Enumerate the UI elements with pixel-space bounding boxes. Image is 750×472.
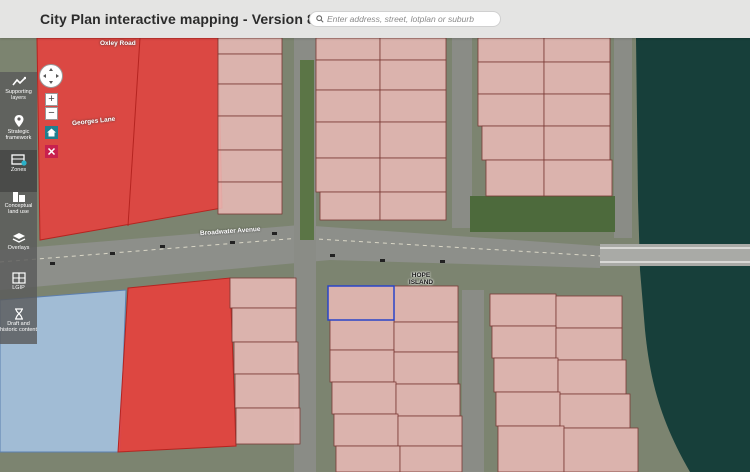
layers-icon [12,233,25,243]
lots-pink-bottom-right [489,293,639,472]
home-icon [47,128,56,137]
suburb-label: HOPE ISLAND [408,272,434,286]
pan-control[interactable] [39,64,63,88]
road-label-oxley: Oxley Road [100,40,136,47]
zoom-out-button[interactable]: − [45,107,58,120]
columns-icon [11,272,26,284]
zoom-in-button[interactable]: + [45,93,58,106]
layer-sidebar: Supporting layers Strategic framework Zo… [0,72,37,344]
sidebar-item-draft-historic[interactable]: Draft and historic content [0,304,37,346]
sidebar-item-supporting-layers[interactable]: Supporting layers [0,72,37,114]
search-input[interactable] [324,12,497,26]
clear-button[interactable] [45,145,58,158]
lots-pink-center [315,37,447,221]
sidebar-item-label: Supporting layers [5,89,32,101]
search-box[interactable] [309,11,501,27]
zone-red-bottom [117,277,237,453]
lots-pink-right [477,37,613,197]
map-canvas[interactable]: Broadwater Avenue Georges Lane Oxley Roa… [0,0,750,472]
sidebar-item-strategic-framework[interactable]: Strategic framework [0,110,37,152]
selected-parcel [327,285,395,321]
buildings-icon [12,192,25,202]
map-pin-icon [14,115,23,127]
pan-control-icon [43,68,59,84]
sidebar-item-label: Draft and historic content [0,321,37,333]
app-title: City Plan interactive mapping - Version … [40,11,315,27]
lots-pink-bottom-left [229,277,301,445]
aerial-map[interactable] [0,0,750,472]
home-button[interactable] [45,126,58,139]
zones-icon [10,154,27,166]
sidebar-item-overlays[interactable]: Overlays [0,228,37,270]
top-bar: City Plan interactive mapping - Version … [0,0,750,38]
sidebar-item-label: Strategic framework [5,129,32,141]
sidebar-item-conceptual-land-use[interactable]: Conceptual land use [0,186,37,228]
lots-pink-left [217,37,283,215]
sidebar-item-label: Overlays [7,245,30,251]
sidebar-item-label: Zones [10,167,27,173]
sidebar-item-label: Conceptual land use [4,203,33,215]
search-icon [316,15,324,23]
clear-icon [47,147,56,156]
line-chart-icon [11,76,26,86]
hourglass-icon [14,308,23,320]
sidebar-item-label: LGIP [12,285,25,291]
